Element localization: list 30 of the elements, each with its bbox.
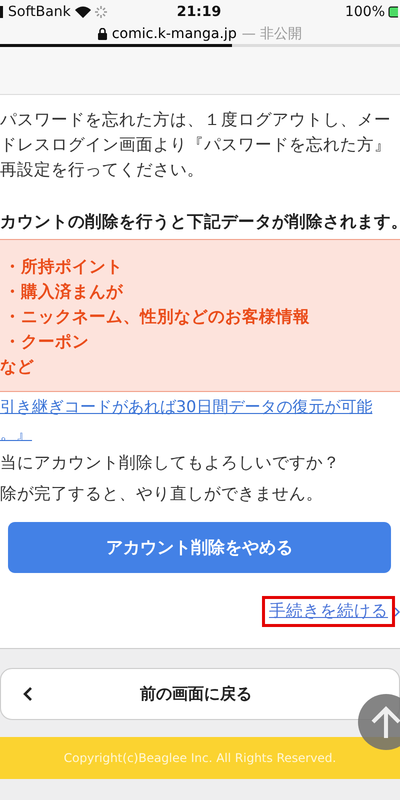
cancel-deletion-button[interactable]: アカウント削除をやめる <box>8 522 391 573</box>
lock-icon <box>98 28 107 40</box>
paragraph-text: 再設定を行ってください。 <box>0 159 205 181</box>
deleted-data-item: ・購入済まんが <box>3 281 124 303</box>
back-button[interactable]: 前の画面に戻る <box>0 668 400 720</box>
deleted-data-item: ・クーポン <box>3 331 90 353</box>
copyright-text: Copyright(c)Beaglee Inc. All Rights Reserved. <box>64 751 336 765</box>
warning-heading: カウントの削除を行うと下記データが削除されます。 <box>0 211 400 233</box>
up-arrow-icon <box>371 706 400 738</box>
privacy-label: — 非公開 <box>242 25 302 43</box>
battery-icon <box>388 6 398 18</box>
continue-link[interactable]: 手続きを続ける <box>262 596 395 627</box>
deleted-data-item: ・ニックネーム、性別などのお客様情報 <box>3 306 311 328</box>
confirm-text: 当にアカウント削除してもよろしいですか？ <box>0 452 341 474</box>
deleted-data-item: ・所持ポイント <box>3 256 124 278</box>
carrier-name: SoftBank <box>8 4 71 20</box>
paragraph-text: ドレスログイン画面より『パスワードを忘れた方』 <box>0 134 392 156</box>
restore-info-link[interactable]: 。』 <box>0 422 400 446</box>
wifi-icon <box>74 6 91 18</box>
restore-info-link[interactable]: 引き継ぎコードがあれば30日間データの復元が可能 <box>0 395 400 419</box>
etc-text: など <box>0 356 35 378</box>
battery-percent: 100% <box>344 4 385 20</box>
confirm-text: 除が完了すると、やり直しができません。 <box>0 483 324 505</box>
chevron-right-icon <box>395 606 400 616</box>
loading-spinner-icon <box>94 6 107 18</box>
paragraph-text: パスワードを忘れた方は、１度ログアウトし、メー <box>0 109 392 131</box>
signal-icon <box>0 6 4 18</box>
clock-time: 21:19 <box>176 4 222 20</box>
back-chevron-icon <box>23 686 33 702</box>
url-text[interactable]: comic.k-manga.jp <box>112 26 237 42</box>
